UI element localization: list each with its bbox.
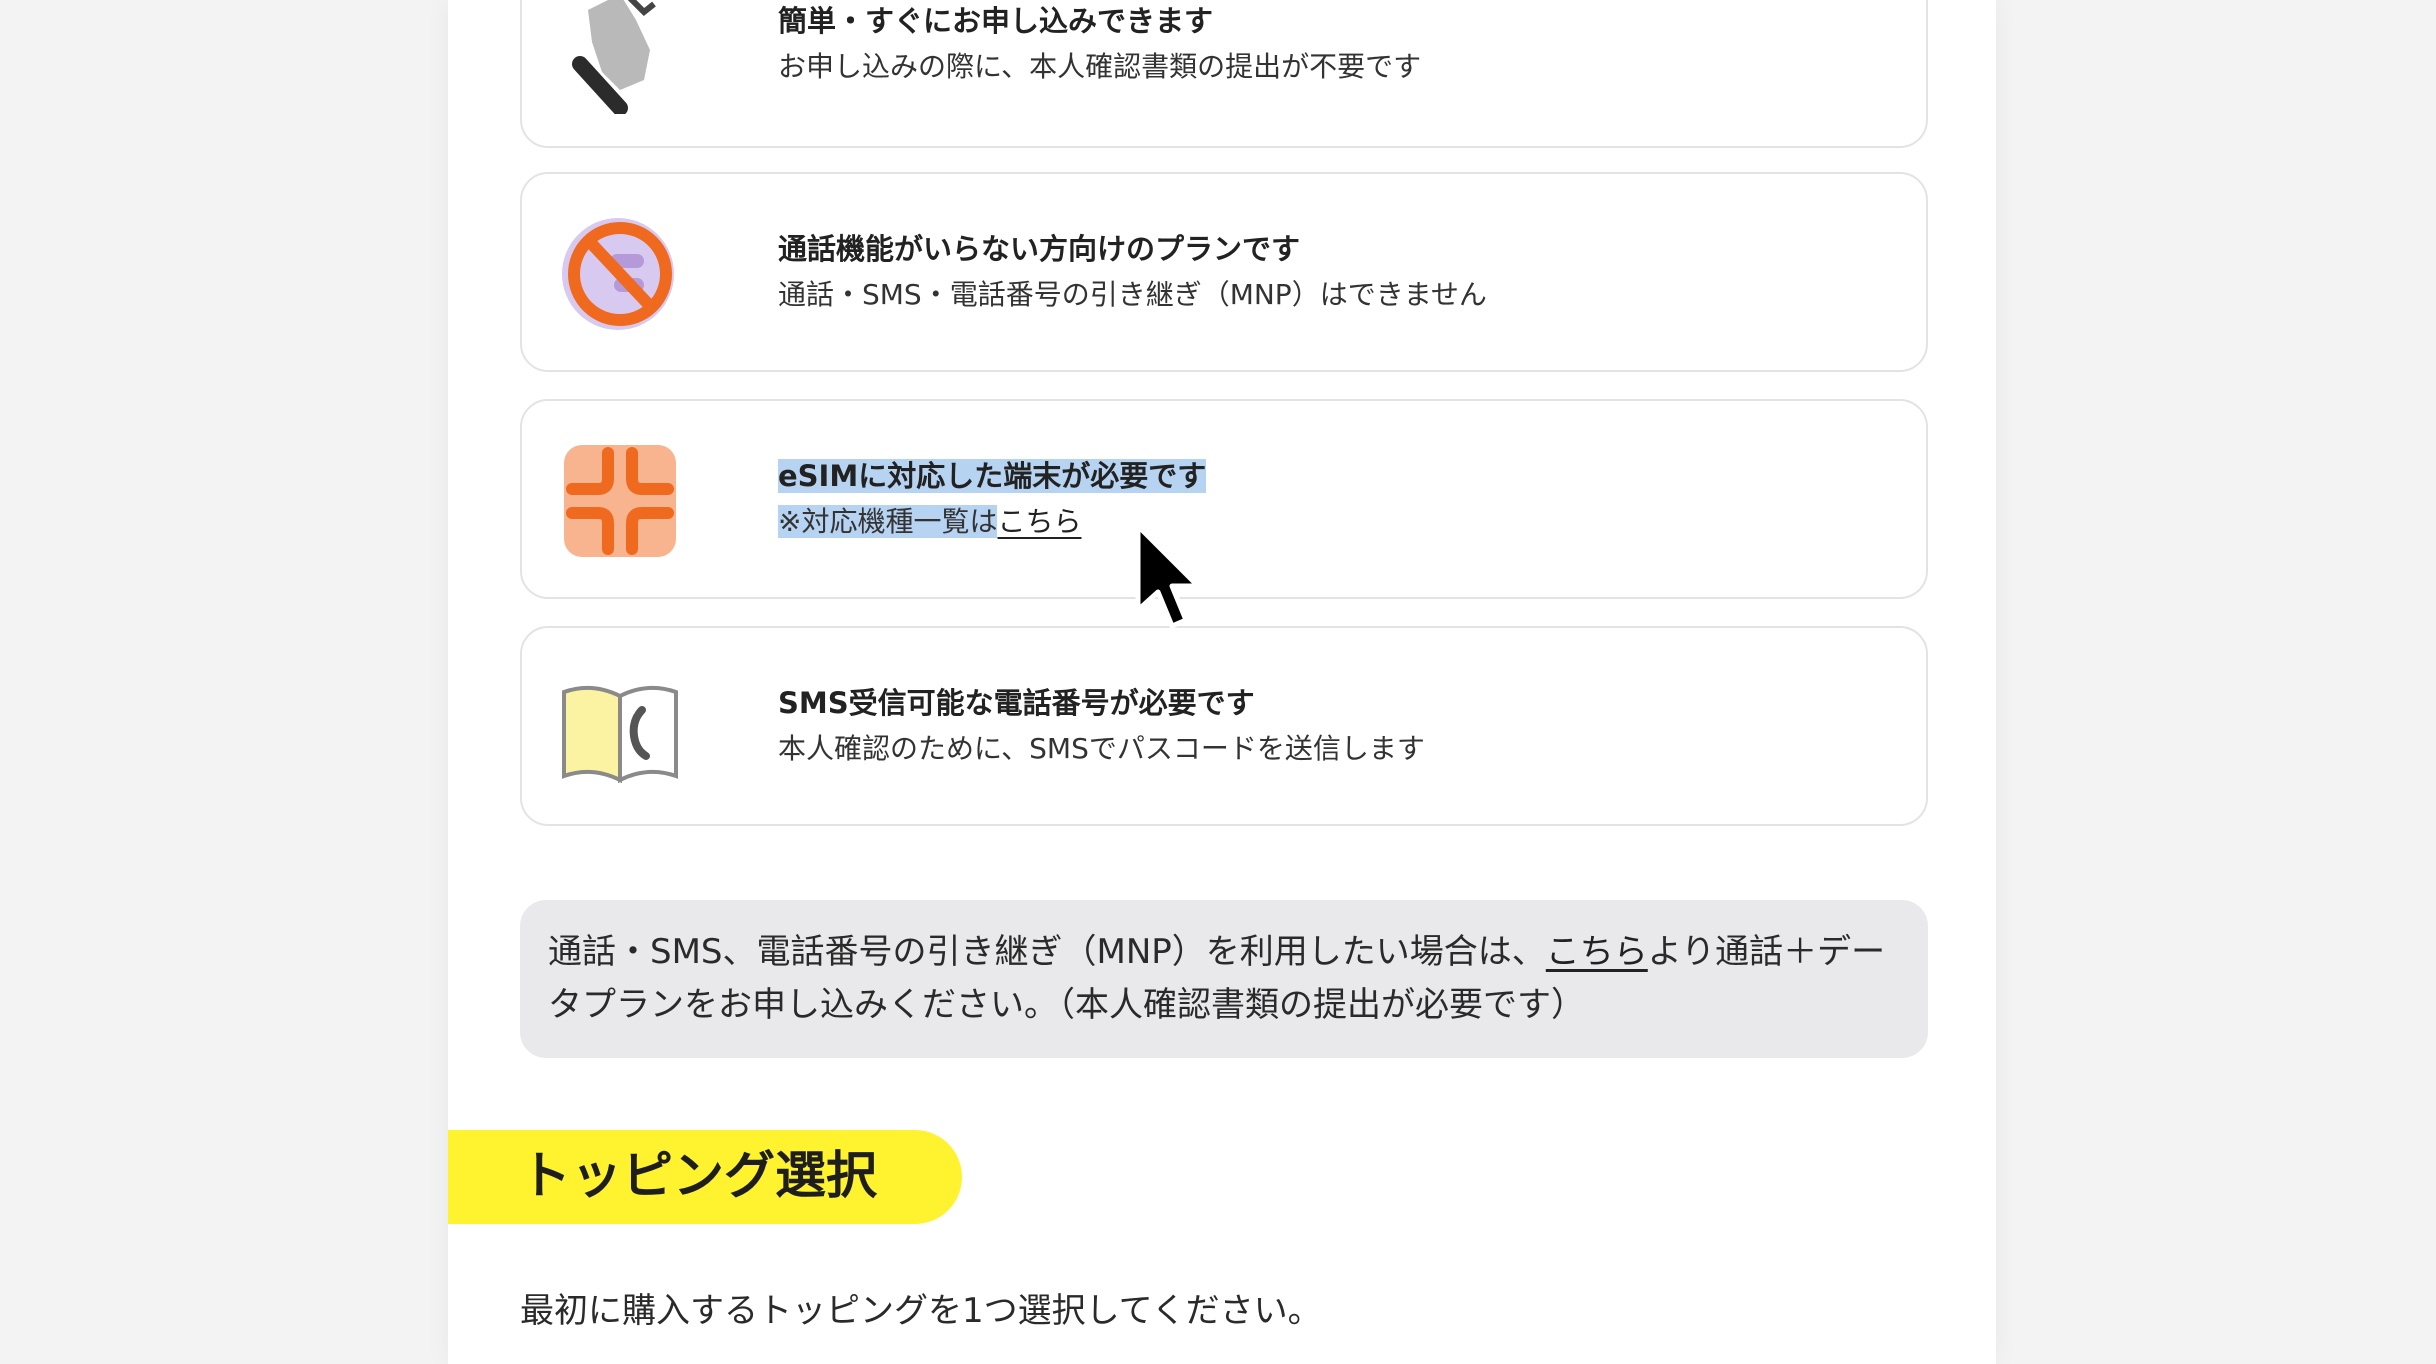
phone-book-icon xyxy=(562,685,678,784)
feature-description: 本人確認のために、SMSでパスコードを送信します xyxy=(778,732,1425,765)
topping-section-heading: トッピング選択 xyxy=(448,1130,962,1224)
feature-card-easy-apply: 簡単・すぐにお申し込みできます お申し込みの際に、本人確認書類の提出が不要です xyxy=(520,0,1928,148)
feature-card-esim: eSIMに対応した端末が必要です ※対応機種一覧はこちら xyxy=(520,399,1928,599)
voice-plan-link[interactable]: こちら xyxy=(1546,932,1648,972)
feature-card-sms: SMS受信可能な電話番号が必要です 本人確認のために、SMSでパスコードを送信し… xyxy=(520,626,1928,826)
mnp-notice: 通話・SMS、電話番号の引き継ぎ（MNP）を利用したい場合は、こちらより通話＋デ… xyxy=(520,900,1928,1058)
feature-description: ※対応機種一覧は xyxy=(778,505,998,538)
feature-card-no-call: 通話機能がいらない方向けのプランです 通話・SMS・電話番号の引き継ぎ（MNP）… xyxy=(520,172,1928,372)
feature-title: SMS受信可能な電話番号が必要です xyxy=(778,686,1255,720)
esim-chip-icon xyxy=(564,445,676,557)
feature-title: 通話機能がいらない方向けのプランです xyxy=(778,232,1301,266)
notice-text: 通話・SMS、電話番号の引き継ぎ（MNP）を利用したい場合は、 xyxy=(548,932,1546,972)
feature-description: 通話・SMS・電話番号の引き継ぎ（MNP）はできません xyxy=(778,278,1487,311)
topping-instruction: 最初に購入するトッピングを1つ選択してください。 xyxy=(520,1291,1322,1331)
feature-description: お申し込みの際に、本人確認書類の提出が不要です xyxy=(778,50,1422,83)
no-call-icon xyxy=(562,218,674,330)
compatible-devices-link[interactable]: こちら xyxy=(997,505,1081,538)
feature-title: eSIMに対応した端末が必要です xyxy=(778,459,1207,493)
mouse-cursor-icon xyxy=(1135,523,1201,629)
feature-title: 簡単・すぐにお申し込みできます xyxy=(778,4,1214,38)
pointing-hand-icon xyxy=(572,0,656,114)
page-content: 簡単・すぐにお申し込みできます お申し込みの際に、本人確認書類の提出が不要です … xyxy=(448,0,1996,1364)
